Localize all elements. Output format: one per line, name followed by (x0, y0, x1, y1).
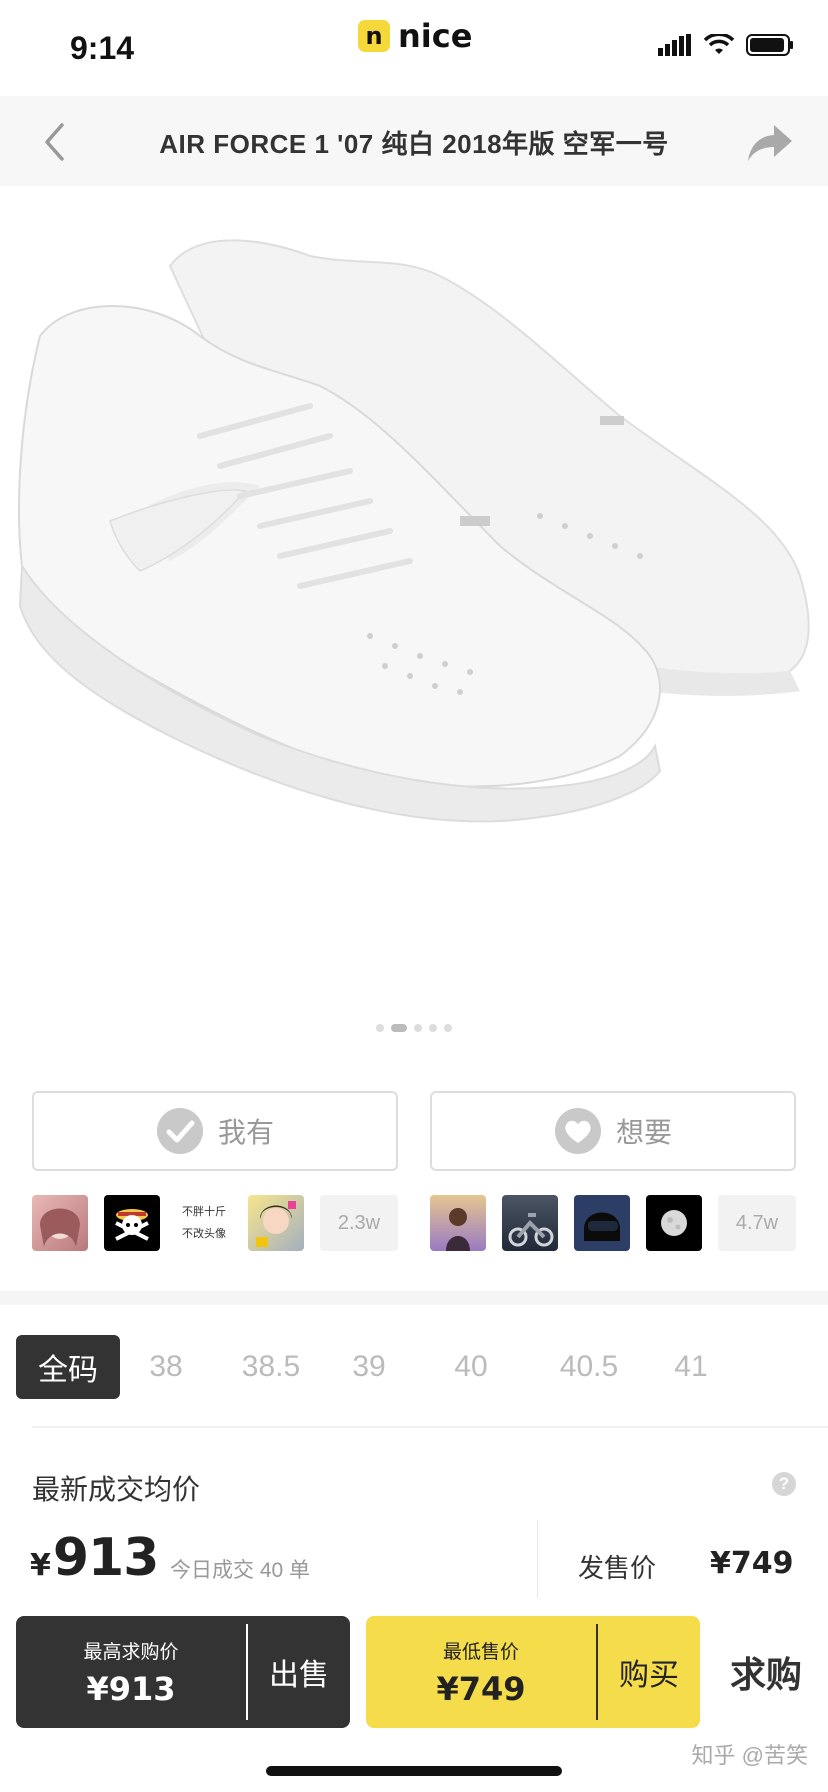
anime-avatar-image (40, 1208, 80, 1247)
highest-bid-label: 最高求购价 (83, 1641, 179, 1663)
buy-box: 最低售价 ¥749 购买 (366, 1616, 700, 1728)
carousel-dot-active (391, 1024, 407, 1032)
helmet-image (584, 1212, 620, 1241)
carousel-dot (444, 1024, 452, 1032)
seek-buy-button[interactable]: 求购 (712, 1616, 820, 1728)
price-divider (537, 1520, 538, 1598)
own-button[interactable]: 我有 (32, 1091, 398, 1171)
avatar[interactable] (32, 1195, 88, 1251)
buy-button[interactable]: 购买 (598, 1616, 700, 1728)
size-tab-38-5[interactable]: 38.5 (221, 1335, 321, 1399)
signal-icon (658, 34, 691, 56)
size-tab-41[interactable]: 41 (656, 1335, 726, 1399)
moon-image (661, 1210, 687, 1236)
brand-name: nice (398, 17, 473, 55)
currency-symbol: ¥ (30, 1548, 51, 1583)
motorcycle-image (508, 1213, 554, 1247)
check-circle-icon (156, 1108, 203, 1154)
size-tab-all[interactable]: 全码 (16, 1335, 120, 1399)
size-tab-39[interactable]: 39 (334, 1335, 404, 1399)
lowest-ask-label: 最低售价 (442, 1641, 519, 1663)
brand-logo-badge: n (358, 20, 390, 52)
sizes-divider (32, 1426, 828, 1428)
carousel-dot (414, 1024, 422, 1032)
pirate-skull-image (115, 1209, 149, 1241)
share-arrow-icon (748, 125, 792, 161)
want-count[interactable]: 4.7w (718, 1195, 796, 1251)
today-deals: 今日成交 40 单 (170, 1559, 311, 1582)
product-image[interactable] (0, 186, 828, 1016)
home-indicator[interactable] (266, 1766, 562, 1776)
wifi-icon (704, 34, 734, 54)
carousel-dots (0, 1024, 828, 1032)
want-button[interactable]: 想要 (430, 1091, 796, 1171)
page-title: AIR FORCE 1 '07 纯白 2018年版 空军一号 (159, 129, 669, 159)
watermark: 知乎 @苦笑 (691, 1743, 808, 1768)
avatar-text[interactable]: 不胖十斤 不改头像 (176, 1195, 232, 1251)
own-count[interactable]: 2.3w (320, 1195, 398, 1251)
highest-bid-price: ¥913 (86, 1669, 176, 1708)
size-tab-40[interactable]: 40 (436, 1335, 506, 1399)
own-label: 我有 (217, 1117, 274, 1148)
bottom-action-bar: 最高求购价 ¥913 出售 最低售价 ¥749 购买 求购 知乎 @苦笑 (0, 1600, 828, 1792)
status-icons (658, 34, 794, 56)
want-avatars: 4.7w (430, 1195, 796, 1251)
status-bar: 9:14 n nice (0, 0, 828, 96)
avg-price-value: 913 (52, 1528, 160, 1588)
avatar[interactable] (104, 1195, 160, 1251)
lowest-ask[interactable]: 最低售价 ¥749 (366, 1616, 596, 1728)
nav-header: AIR FORCE 1 '07 纯白 2018年版 空军一号 (0, 96, 828, 186)
release-price-value: ¥749 (710, 1546, 794, 1581)
avatar-text-line: 不胖十斤 (182, 1206, 226, 1218)
highest-bid[interactable]: 最高求购价 ¥913 (16, 1616, 246, 1728)
sell-box: 最高求购价 ¥913 出售 (16, 1616, 350, 1728)
section-divider (0, 1291, 828, 1305)
release-price-label: 发售价 (578, 1553, 657, 1583)
avatar[interactable] (646, 1195, 702, 1251)
size-tab-38[interactable]: 38 (131, 1335, 201, 1399)
app-brand: n nice (358, 16, 472, 56)
size-tab-40-5[interactable]: 40.5 (539, 1335, 639, 1399)
back-button[interactable] (30, 116, 78, 168)
avatar[interactable] (430, 1195, 486, 1251)
carousel-dot (429, 1024, 437, 1032)
avatar-text-line: 不改头像 (182, 1228, 226, 1240)
heart-icon (554, 1108, 601, 1154)
avg-price: ¥ 913 (30, 1528, 160, 1588)
girl-portrait-image (256, 1201, 296, 1247)
want-label: 想要 (615, 1117, 672, 1148)
share-button[interactable] (742, 118, 798, 168)
avatar[interactable] (248, 1195, 304, 1251)
avatar[interactable] (574, 1195, 630, 1251)
avg-price-title: 最新成交均价 (32, 1474, 201, 1505)
size-tabs: 全码 38 38.5 39 40 40.5 41 (16, 1335, 828, 1399)
chevron-left-icon (45, 123, 64, 161)
sneaker-image (18, 239, 810, 823)
avatar[interactable] (502, 1195, 558, 1251)
sell-button[interactable]: 出售 (248, 1616, 350, 1728)
sunset-person-image (446, 1208, 470, 1251)
own-avatars: 不胖十斤 不改头像 2.3w (32, 1195, 398, 1251)
status-time: 9:14 (70, 30, 135, 66)
help-icon[interactable]: ? (772, 1472, 796, 1496)
battery-icon (746, 34, 793, 56)
carousel-dot (376, 1024, 384, 1032)
lowest-ask-price: ¥749 (436, 1669, 526, 1708)
